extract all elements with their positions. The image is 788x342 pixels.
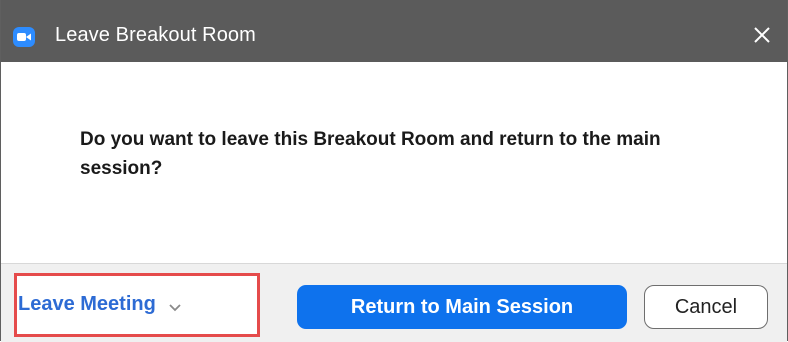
dialog-body: Do you want to leave this Breakout Room …	[1, 62, 787, 263]
close-button[interactable]	[747, 22, 777, 52]
window-title: Leave Breakout Room	[55, 24, 256, 46]
cancel-button[interactable]: Cancel	[644, 285, 768, 329]
close-icon	[752, 25, 772, 50]
leave-breakout-room-dialog: Leave Breakout Room Do you want to leave…	[0, 0, 788, 342]
chevron-down-icon	[168, 300, 182, 312]
titlebar: Leave Breakout Room	[1, 0, 787, 62]
leave-meeting-label: Leave Meeting	[18, 292, 156, 315]
dialog-message: Do you want to leave this Breakout Room …	[80, 129, 661, 179]
return-to-main-session-button[interactable]: Return to Main Session	[297, 285, 627, 329]
zoom-camera-icon	[13, 27, 35, 47]
leave-meeting-dropdown[interactable]: Leave Meeting	[18, 276, 182, 332]
dialog-footer: Leave Meeting Return to Main Session Can…	[1, 263, 787, 342]
